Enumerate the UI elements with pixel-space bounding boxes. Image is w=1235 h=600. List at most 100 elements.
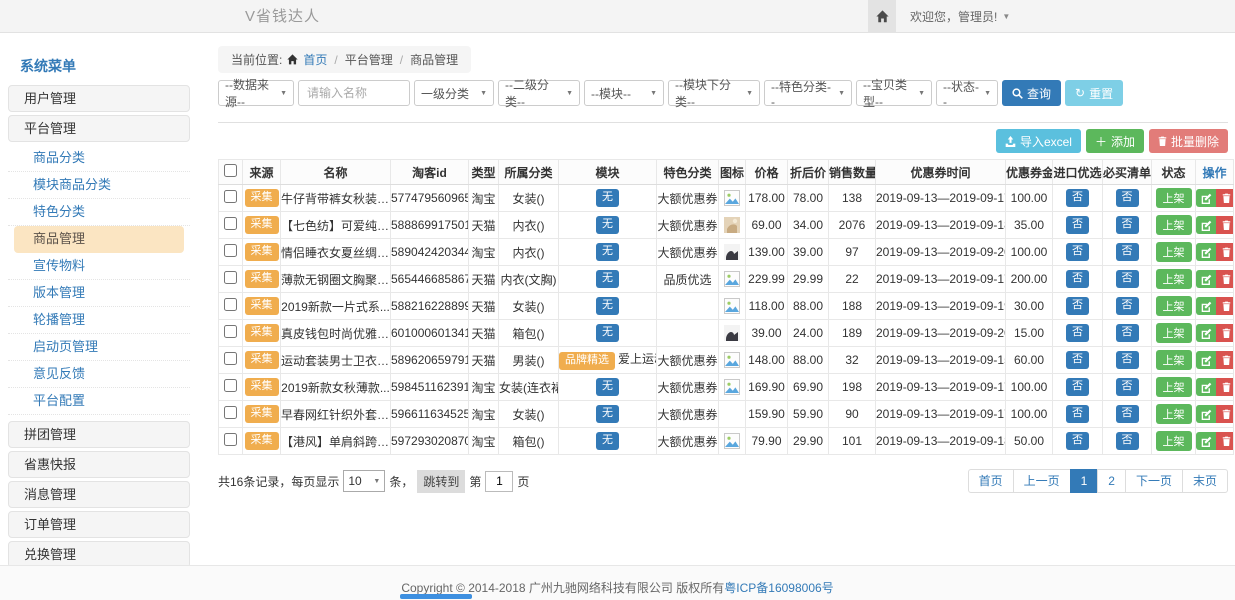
must-buy-toggle[interactable]: 否 <box>1116 216 1139 233</box>
module-badge[interactable]: 无 <box>596 216 619 233</box>
import-excel-button[interactable]: 导入excel <box>996 129 1081 153</box>
edit-button[interactable] <box>1196 270 1216 288</box>
filter-status[interactable]: --状态--▼ <box>936 80 998 106</box>
horizontal-scrollbar-thumb[interactable] <box>400 594 472 599</box>
edit-button[interactable] <box>1196 324 1216 342</box>
filter-feature-category[interactable]: --特色分类--▼ <box>764 80 852 106</box>
sidebar-subitem[interactable]: 商品管理 <box>14 226 184 253</box>
module-badge[interactable]: 无 <box>596 378 619 395</box>
status-button[interactable]: 上架 <box>1156 431 1192 451</box>
must-buy-toggle[interactable]: 否 <box>1116 270 1139 287</box>
select-all-checkbox[interactable] <box>224 164 237 177</box>
delete-button[interactable] <box>1216 216 1234 234</box>
row-checkbox[interactable] <box>224 298 237 311</box>
sidebar-group[interactable]: 订单管理 <box>8 511 190 538</box>
row-checkbox[interactable] <box>224 244 237 257</box>
status-button[interactable]: 上架 <box>1156 215 1192 235</box>
status-button[interactable]: 上架 <box>1156 350 1192 370</box>
sidebar-group[interactable]: 平台管理 <box>8 115 190 142</box>
status-button[interactable]: 上架 <box>1156 242 1192 262</box>
row-checkbox[interactable] <box>224 325 237 338</box>
must-buy-toggle[interactable]: 否 <box>1116 243 1139 260</box>
delete-button[interactable] <box>1216 243 1234 261</box>
module-badge[interactable]: 无 <box>596 405 619 422</box>
filter-item-type[interactable]: --宝贝类型--▼ <box>856 80 932 106</box>
sidebar-subitem[interactable]: 商品分类 <box>8 145 190 172</box>
module-badge[interactable]: 无 <box>596 189 619 206</box>
search-button[interactable]: 查询 <box>1002 80 1061 106</box>
sidebar-group[interactable]: 省惠快报 <box>8 451 190 478</box>
reset-button[interactable]: ↻ 重置 <box>1065 80 1123 106</box>
batch-delete-button[interactable]: 批量删除 <box>1149 129 1228 153</box>
delete-button[interactable] <box>1216 432 1234 450</box>
delete-button[interactable] <box>1216 270 1234 288</box>
module-badge[interactable]: 无 <box>596 297 619 314</box>
filter-level1-category[interactable]: 一级分类▼ <box>414 80 494 106</box>
filter-name-input[interactable] <box>298 80 410 106</box>
sidebar-group[interactable]: 消息管理 <box>8 481 190 508</box>
row-checkbox[interactable] <box>224 271 237 284</box>
module-badge[interactable]: 无 <box>596 324 619 341</box>
filter-data-source[interactable]: --数据来源--▼ <box>218 80 294 106</box>
must-buy-toggle[interactable]: 否 <box>1116 351 1139 368</box>
import-select-toggle[interactable]: 否 <box>1066 351 1089 368</box>
row-checkbox[interactable] <box>224 217 237 230</box>
per-page-select[interactable]: 10 ▼ <box>343 470 385 492</box>
sidebar-subitem[interactable]: 启动页管理 <box>8 334 190 361</box>
edit-button[interactable] <box>1196 351 1216 369</box>
delete-button[interactable] <box>1216 351 1234 369</box>
row-checkbox[interactable] <box>224 433 237 446</box>
sidebar-subitem[interactable]: 意见反馈 <box>8 361 190 388</box>
import-select-toggle[interactable]: 否 <box>1066 432 1089 449</box>
sidebar-subitem[interactable]: 宣传物料 <box>8 253 190 280</box>
must-buy-toggle[interactable]: 否 <box>1116 432 1139 449</box>
home-button[interactable] <box>868 0 896 33</box>
must-buy-toggle[interactable]: 否 <box>1116 405 1139 422</box>
must-buy-toggle[interactable]: 否 <box>1116 189 1139 206</box>
edit-button[interactable] <box>1196 189 1216 207</box>
edit-button[interactable] <box>1196 405 1216 423</box>
sidebar-subitem[interactable]: 版本管理 <box>8 280 190 307</box>
filter-module-sub-category[interactable]: --模块下分类--▼ <box>668 80 760 106</box>
pagination-button[interactable]: 下一页 <box>1125 469 1183 493</box>
sidebar-group[interactable]: 拼团管理 <box>8 421 190 448</box>
row-checkbox[interactable] <box>224 352 237 365</box>
edit-button[interactable] <box>1196 378 1216 396</box>
module-badge[interactable]: 无 <box>596 270 619 287</box>
import-select-toggle[interactable]: 否 <box>1066 243 1089 260</box>
must-buy-toggle[interactable]: 否 <box>1116 378 1139 395</box>
add-button[interactable]: ＋ 添加 <box>1086 129 1144 153</box>
edit-button[interactable] <box>1196 432 1216 450</box>
breadcrumb-home-link[interactable]: 首页 <box>303 51 327 68</box>
sidebar-subitem[interactable]: 特色分类 <box>8 199 190 226</box>
status-button[interactable]: 上架 <box>1156 323 1192 343</box>
status-button[interactable]: 上架 <box>1156 269 1192 289</box>
filter-module[interactable]: --模块--▼ <box>584 80 664 106</box>
status-button[interactable]: 上架 <box>1156 188 1192 208</box>
must-buy-toggle[interactable]: 否 <box>1116 297 1139 314</box>
sidebar-subitem[interactable]: 模块商品分类 <box>8 172 190 199</box>
pagination-button[interactable]: 2 <box>1097 469 1126 493</box>
import-select-toggle[interactable]: 否 <box>1066 405 1089 422</box>
delete-button[interactable] <box>1216 405 1234 423</box>
edit-button[interactable] <box>1196 297 1216 315</box>
status-button[interactable]: 上架 <box>1156 377 1192 397</box>
import-select-toggle[interactable]: 否 <box>1066 216 1089 233</box>
import-select-toggle[interactable]: 否 <box>1066 297 1089 314</box>
pagination-button[interactable]: 1 <box>1070 469 1099 493</box>
jump-page-input[interactable] <box>485 471 513 492</box>
import-select-toggle[interactable]: 否 <box>1066 189 1089 206</box>
module-badge[interactable]: 无 <box>596 432 619 449</box>
sidebar-subitem[interactable]: 平台配置 <box>8 388 190 415</box>
must-buy-toggle[interactable]: 否 <box>1116 324 1139 341</box>
import-select-toggle[interactable]: 否 <box>1066 270 1089 287</box>
row-checkbox[interactable] <box>224 190 237 203</box>
row-checkbox[interactable] <box>224 406 237 419</box>
sidebar-group[interactable]: 用户管理 <box>8 85 190 112</box>
status-button[interactable]: 上架 <box>1156 404 1192 424</box>
pagination-button[interactable]: 首页 <box>968 469 1014 493</box>
import-select-toggle[interactable]: 否 <box>1066 378 1089 395</box>
user-menu[interactable]: 欢迎您，管理员! ▼ <box>910 8 1010 25</box>
icp-link[interactable]: 粤ICP备16098006号 <box>724 581 833 595</box>
jump-button[interactable]: 跳转到 <box>417 470 465 493</box>
